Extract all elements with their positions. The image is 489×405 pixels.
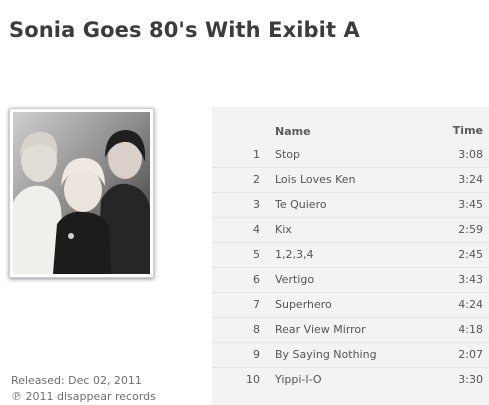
track-time: 3:30	[458, 373, 483, 386]
track-row[interactable]: 10 Yippi-I-O 3:30	[212, 368, 489, 393]
track-number: 5	[253, 248, 260, 261]
track-time: 2:07	[458, 348, 483, 361]
copyright-label: ℗ 2011 disappear records	[11, 390, 156, 403]
track-number: 6	[253, 273, 260, 286]
track-rows: 1 Stop 3:08 2 Lois Loves Ken 3:24 3 Te Q…	[212, 143, 489, 393]
track-number: 9	[253, 348, 260, 361]
track-row[interactable]: 4 Kix 2:59	[212, 218, 489, 243]
track-row[interactable]: 2 Lois Loves Ken 3:24	[212, 168, 489, 193]
track-row[interactable]: 7 Superhero 4:24	[212, 293, 489, 318]
album-title: Sonia Goes 80's With Exibit A	[9, 18, 360, 42]
track-name[interactable]: Stop	[275, 148, 300, 161]
track-name[interactable]: Kix	[275, 223, 292, 236]
track-row[interactable]: 8 Rear View Mirror 4:18	[212, 318, 489, 343]
track-row[interactable]: 5 1,2,3,4 2:45	[212, 243, 489, 268]
track-name[interactable]: Rear View Mirror	[275, 323, 366, 336]
track-name[interactable]: Superhero	[275, 298, 332, 311]
track-time: 4:18	[458, 323, 483, 336]
track-number: 10	[246, 373, 260, 386]
track-time: 3:08	[458, 148, 483, 161]
track-number: 8	[253, 323, 260, 336]
track-time: 2:59	[458, 223, 483, 236]
release-info: Released: Dec 02, 2011 ℗ 2011 disappear …	[11, 373, 156, 405]
track-row[interactable]: 9 By Saying Nothing 2:07	[212, 343, 489, 368]
track-name[interactable]: Te Quiero	[275, 198, 327, 211]
track-name[interactable]: Yippi-I-O	[275, 373, 322, 386]
track-name[interactable]: By Saying Nothing	[275, 348, 377, 361]
track-row[interactable]: 6 Vertigo 3:43	[212, 268, 489, 293]
track-number: 1	[253, 148, 260, 161]
track-time: 3:43	[458, 273, 483, 286]
track-number: 7	[253, 298, 260, 311]
track-name[interactable]: Lois Loves Ken	[275, 173, 356, 186]
track-name[interactable]: 1,2,3,4	[275, 248, 313, 261]
track-time: 4:24	[458, 298, 483, 311]
track-time: 3:45	[458, 198, 483, 211]
tracklist-header: Name Time	[212, 107, 489, 143]
track-row[interactable]: 3 Te Quiero 3:45	[212, 193, 489, 218]
track-name[interactable]: Vertigo	[275, 273, 314, 286]
column-header-time[interactable]: Time	[453, 124, 483, 137]
album-cover[interactable]	[9, 108, 154, 278]
tracklist: Name Time 1 Stop 3:08 2 Lois Loves Ken 3…	[212, 107, 489, 405]
track-row[interactable]: 1 Stop 3:08	[212, 143, 489, 168]
release-date: Released: Dec 02, 2011	[11, 374, 142, 387]
track-time: 2:45	[458, 248, 483, 261]
track-number: 2	[253, 173, 260, 186]
album-cover-image	[13, 112, 150, 274]
track-time: 3:24	[458, 173, 483, 186]
track-number: 4	[253, 223, 260, 236]
column-header-name[interactable]: Name	[275, 125, 311, 138]
track-number: 3	[253, 198, 260, 211]
